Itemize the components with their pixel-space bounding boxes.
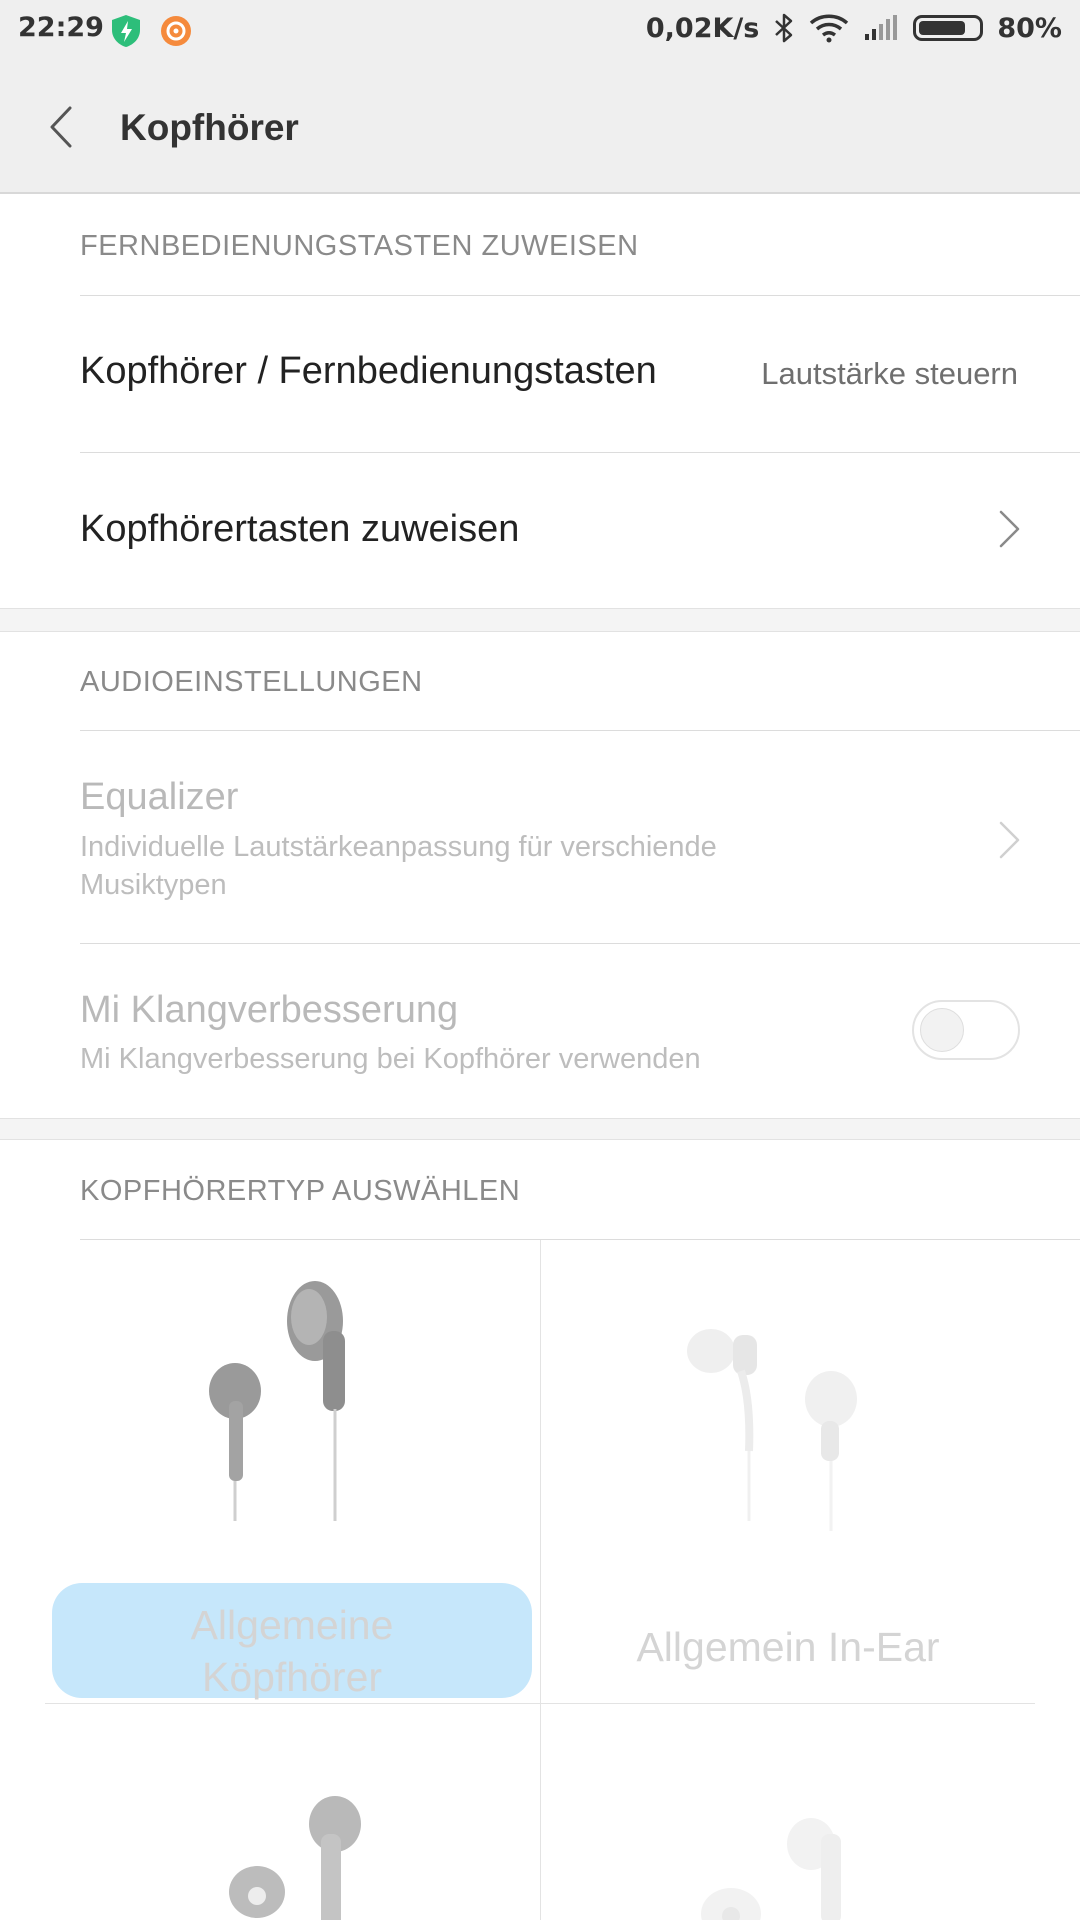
label-line2: Köpfhörer (201, 1654, 383, 1700)
status-bar: 22:29 0,02K/s 80% (0, 0, 1080, 62)
status-time: 22:29 (18, 12, 104, 43)
battery-percent: 80% (997, 12, 1062, 44)
battery-fill (919, 21, 966, 35)
section-remote-keys: FERNBEDIENUNGSTASTEN ZUWEISEN Kopfhörer … (0, 196, 1080, 608)
chevron-right-icon (999, 821, 1020, 859)
chevron-right-icon (999, 510, 1020, 548)
mi-sound-toggle[interactable] (912, 1000, 1020, 1060)
net-speed: 0,02K/s (645, 12, 760, 44)
mi-sound-subtitle: Mi Klangverbesserung bei Kopfhörer verwe… (80, 1043, 701, 1075)
app-bar: Kopfhörer (0, 62, 1080, 194)
mi-sound-title: Mi Klangverbesserung (80, 989, 459, 1031)
wifi-icon (810, 14, 849, 43)
equalizer-row[interactable]: Equalizer Individuelle Lautstärkeanpassu… (0, 731, 1080, 943)
headphone-type-label: Allgemein In-Ear (636, 1624, 940, 1670)
assign-headphone-keys-row[interactable]: Kopfhörertasten zuweisen (0, 453, 1080, 608)
headphone-type-label: Allgemeine Köpfhörer (52, 1599, 532, 1703)
signal-icon (865, 15, 898, 40)
shield-icon (112, 15, 140, 47)
remote-keys-value: Lautstärke steuern (761, 356, 1018, 391)
in-ear-icon (701, 1818, 841, 1920)
label-line1: Allgemeine (190, 1602, 394, 1648)
equalizer-subtitle-line1: Individuelle Lautstärkeanpassung für ver… (80, 831, 717, 863)
equalizer-subtitle-line2: Musiktypen (80, 869, 227, 901)
section-header-remote: FERNBEDIENUNGSTASTEN ZUWEISEN (80, 230, 639, 262)
mi-sound-enhancement-row: Mi Klangverbesserung Mi Klangverbesserun… (0, 944, 1080, 1118)
status-right-group: 0,02K/s 80% (646, 12, 1062, 44)
app-icon (161, 16, 191, 46)
battery-icon (913, 15, 984, 41)
section-gap (0, 608, 1080, 632)
section-audio-settings: AUDIOEINSTELLUNGEN Equalizer Individuell… (0, 632, 1080, 1118)
remote-keys-title: Kopfhörer / Fernbedienungstasten (80, 350, 657, 392)
toggle-knob (920, 1008, 964, 1052)
section-gap (0, 1118, 1080, 1140)
earbuds-icon (209, 1281, 345, 1521)
headphone-type-cell-4[interactable] (541, 1704, 1035, 1920)
remote-keys-row[interactable]: Kopfhörer / Fernbedienungstasten Lautstä… (0, 296, 1080, 452)
bluetooth-icon (775, 13, 793, 43)
divider (80, 1239, 1080, 1240)
equalizer-title: Equalizer (80, 776, 239, 818)
headphone-type-in-ear[interactable]: Allgemein In-Ear (541, 1241, 1035, 1703)
page-title: Kopfhörer (120, 107, 299, 148)
in-ear-icon (687, 1329, 857, 1531)
headphone-type-general[interactable]: Allgemeine Köpfhörer (45, 1241, 539, 1703)
section-header-type: KOPFHÖRERTYP AUSWÄHLEN (80, 1175, 521, 1207)
back-button[interactable] (38, 102, 88, 152)
section-header-audio: AUDIOEINSTELLUNGEN (80, 666, 423, 698)
earbuds-icon (229, 1796, 361, 1920)
assign-keys-title: Kopfhörertasten zuweisen (80, 508, 520, 550)
headphone-type-cell-3[interactable] (45, 1704, 539, 1920)
